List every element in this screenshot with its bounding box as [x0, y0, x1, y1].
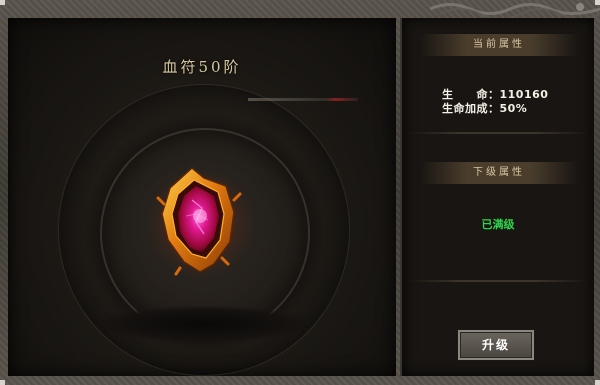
max-level-text: 已满级	[481, 218, 515, 231]
title-divider	[248, 98, 358, 101]
talisman-title: 血符50阶	[162, 58, 242, 76]
stat-hp-bonus: 生命加成：50%	[442, 100, 527, 116]
frame-corner	[0, 0, 5, 5]
frame-corner	[595, 380, 600, 385]
upgrade-button[interactable]: 升级	[458, 330, 534, 360]
talisman-display-panel: 血符50阶	[8, 18, 396, 376]
talisman-window: 血符50阶 当前属性 生 命：110160 生命加成：50% 下级属性 已满级 …	[0, 0, 600, 385]
section-divider	[408, 132, 588, 134]
attributes-panel: 当前属性 生 命：110160 生命加成：50% 下级属性 已满级 升级	[400, 18, 594, 376]
dragon-ornament-icon	[430, 3, 600, 18]
current-attributes-header: 当前属性	[420, 34, 578, 56]
next-attributes-header: 下级属性	[420, 162, 578, 184]
stat-hp-bonus-value: 50%	[499, 102, 528, 115]
frame-corner	[0, 380, 5, 385]
blood-talisman-gem-icon	[156, 167, 242, 276]
stat-hp-bonus-label: 生命加成：	[442, 102, 500, 115]
pedestal	[98, 306, 308, 342]
section-divider-bottom	[408, 280, 588, 282]
